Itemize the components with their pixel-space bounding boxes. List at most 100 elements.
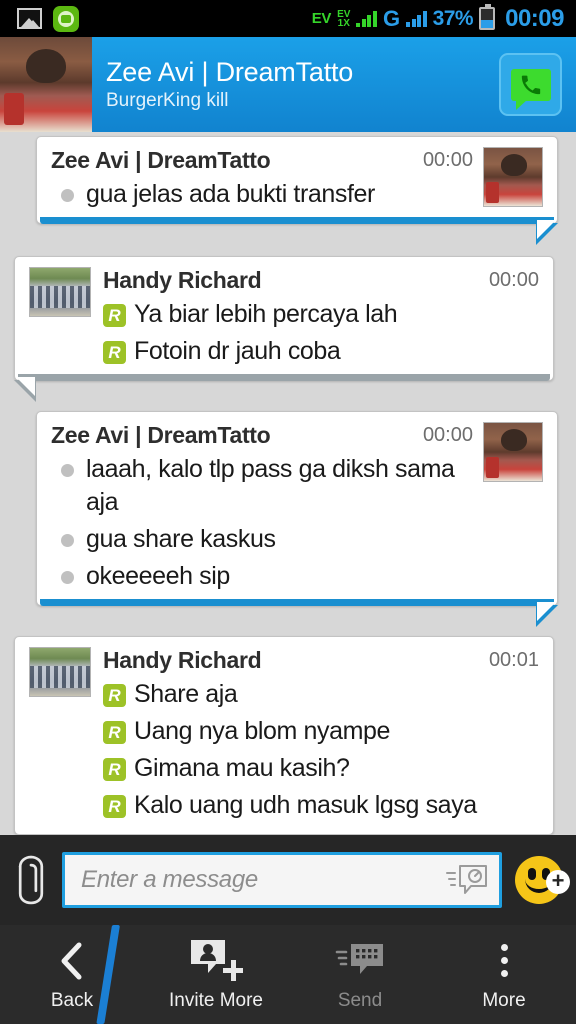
nav-back-button[interactable]: Back (0, 938, 144, 1012)
bubble-content: Zee Avi | DreamTatto 00:00 laaah, kalo t… (37, 412, 557, 605)
nav-back-label: Back (50, 989, 94, 1011)
signal-bars-green-icon (356, 10, 377, 27)
message-line: R Share aja (103, 678, 539, 711)
chevron-left-icon (56, 938, 88, 984)
bubble-header: Handy Richard 00:00 (103, 267, 539, 294)
page-title: Zee Avi | DreamTatto (106, 57, 354, 87)
bubble-content: Handy Richard 00:00 R Ya biar lebih perc… (15, 257, 553, 380)
message-time: 00:00 (422, 424, 473, 446)
message-sender: Handy Richard (103, 647, 262, 673)
bubble-accent-bar (40, 217, 554, 224)
battery-percent-label: 37% (432, 6, 474, 30)
bubble-tail (536, 602, 558, 627)
message-text: gua share kaskus (86, 525, 276, 553)
message-bubble[interactable]: Zee Avi | DreamTatto 00:00 laaah, kalo t… (36, 411, 558, 627)
message-line: okeeeeeh sip (51, 560, 473, 593)
bubble-header: Zee Avi | DreamTatto 00:00 (51, 147, 473, 174)
bubble-header: Handy Richard 00:01 (103, 647, 539, 674)
message-line: R Fotoin dr jauh coba (103, 335, 539, 368)
nav-invite-more-label: Invite More (169, 989, 263, 1011)
network-g-label: G (382, 5, 401, 31)
attach-button[interactable] (0, 853, 62, 907)
status-bar: EV EV 1X G 37% 00:09 (0, 0, 576, 37)
quick-message-icon (446, 865, 487, 894)
message-text: Ya biar lebih percaya lah (134, 300, 398, 328)
message-list[interactable]: Zee Avi | DreamTatto 00:00 gua jelas ada… (0, 132, 576, 835)
message-line: R Uang nya blom nyampe (103, 715, 539, 748)
message-text: Share aja (134, 680, 238, 708)
read-badge-icon: R (103, 758, 126, 781)
nav-send-label: Send (337, 989, 383, 1011)
status-bar-right: EV EV 1X G 37% 00:09 (311, 4, 576, 33)
message-text: laaah, kalo tlp pass ga diksh sama aja (86, 455, 455, 516)
network-ev-label: EV (311, 10, 332, 27)
message-sender: Zee Avi | DreamTatto (51, 147, 271, 173)
message-text: Uang nya blom nyampe (134, 717, 391, 745)
nav-invite-more-button[interactable]: Invite More (144, 938, 288, 1012)
message-line: laaah, kalo tlp pass ga diksh sama aja (51, 453, 473, 519)
message-text: Kalo uang udh masuk lgsg saya (134, 791, 477, 819)
bullet-icon (61, 534, 74, 547)
signal-bars-blue-icon (406, 10, 427, 27)
message-line: R Kalo uang udh masuk lgsg saya (103, 789, 539, 822)
read-badge-icon: R (103, 304, 126, 327)
voice-call-button[interactable] (499, 53, 562, 116)
message-time: 00:00 (422, 149, 473, 171)
header-text-block: Zee Avi | DreamTatto BurgerKing kill (92, 37, 499, 132)
bottom-nav-bar: Back Invite More Send More (0, 925, 576, 1024)
message-line: R Ya biar lebih percaya lah (103, 298, 539, 331)
read-badge-icon: R (103, 341, 126, 364)
avatar[interactable] (29, 267, 91, 317)
message-sender: Zee Avi | DreamTatto (51, 422, 271, 448)
bubble-content: Handy Richard 00:01 R Share aja R Uang n… (15, 637, 553, 834)
chat-header: Zee Avi | DreamTatto BurgerKing kill (0, 37, 576, 132)
bubble-accent-bar (18, 374, 550, 381)
bullet-icon (61, 571, 74, 584)
bbm-send-icon (335, 938, 385, 984)
message-text: okeeeeeh sip (86, 562, 230, 590)
nav-more-button[interactable]: More (432, 938, 576, 1012)
bubble-header: Zee Avi | DreamTatto 00:00 (51, 422, 473, 449)
bullet-icon (61, 189, 74, 202)
bubble-tail (14, 377, 36, 402)
message-bubble[interactable]: Handy Richard 00:00 R Ya biar lebih perc… (14, 256, 554, 402)
paperclip-icon (18, 855, 44, 905)
emoji-button[interactable]: + (502, 856, 576, 904)
header-subtitle: BurgerKing kill (106, 90, 229, 111)
quick-message-button[interactable] (445, 861, 489, 899)
bubble-content: Zee Avi | DreamTatto 00:00 gua jelas ada… (37, 137, 557, 223)
read-badge-icon: R (103, 684, 126, 707)
message-text: Fotoin dr jauh coba (134, 337, 341, 365)
avatar[interactable] (29, 647, 91, 697)
bubble-accent-bar (40, 599, 554, 606)
message-line: gua share kaskus (51, 523, 473, 556)
network-ev1x-label: EV 1X (337, 9, 350, 29)
status-bar-left (0, 5, 79, 32)
voice-call-icon (510, 68, 551, 110)
message-bubble[interactable]: Zee Avi | DreamTatto 00:00 gua jelas ada… (36, 136, 558, 245)
network-ev1x-bottom: 1X (337, 17, 350, 29)
message-input-bar: Enter a message + (0, 835, 576, 925)
message-time: 00:01 (488, 649, 539, 671)
read-badge-icon: R (103, 721, 126, 744)
bullet-icon (61, 464, 74, 477)
avatar[interactable] (483, 147, 543, 207)
message-text: Gimana mau kasih? (134, 754, 350, 782)
overflow-dots-icon (500, 938, 508, 984)
message-time: 00:00 (488, 269, 539, 291)
green-app-icon (53, 5, 79, 32)
battery-icon (479, 4, 496, 30)
nav-send-button[interactable]: Send (288, 938, 432, 1012)
message-input-field[interactable]: Enter a message (62, 852, 502, 908)
message-bubble[interactable]: Handy Richard 00:01 R Share aja R Uang n… (14, 636, 554, 835)
nav-more-label: More (482, 989, 526, 1011)
gallery-icon (17, 8, 42, 29)
header-contact-avatar[interactable] (0, 37, 92, 132)
message-line: gua jelas ada bukti transfer (51, 178, 473, 211)
avatar[interactable] (483, 422, 543, 482)
bubble-tail (536, 220, 558, 245)
emoji-add-badge-icon: + (546, 870, 570, 894)
message-text: gua jelas ada bukti transfer (86, 180, 375, 208)
message-line: R Gimana mau kasih? (103, 752, 539, 785)
read-badge-icon: R (103, 795, 126, 818)
